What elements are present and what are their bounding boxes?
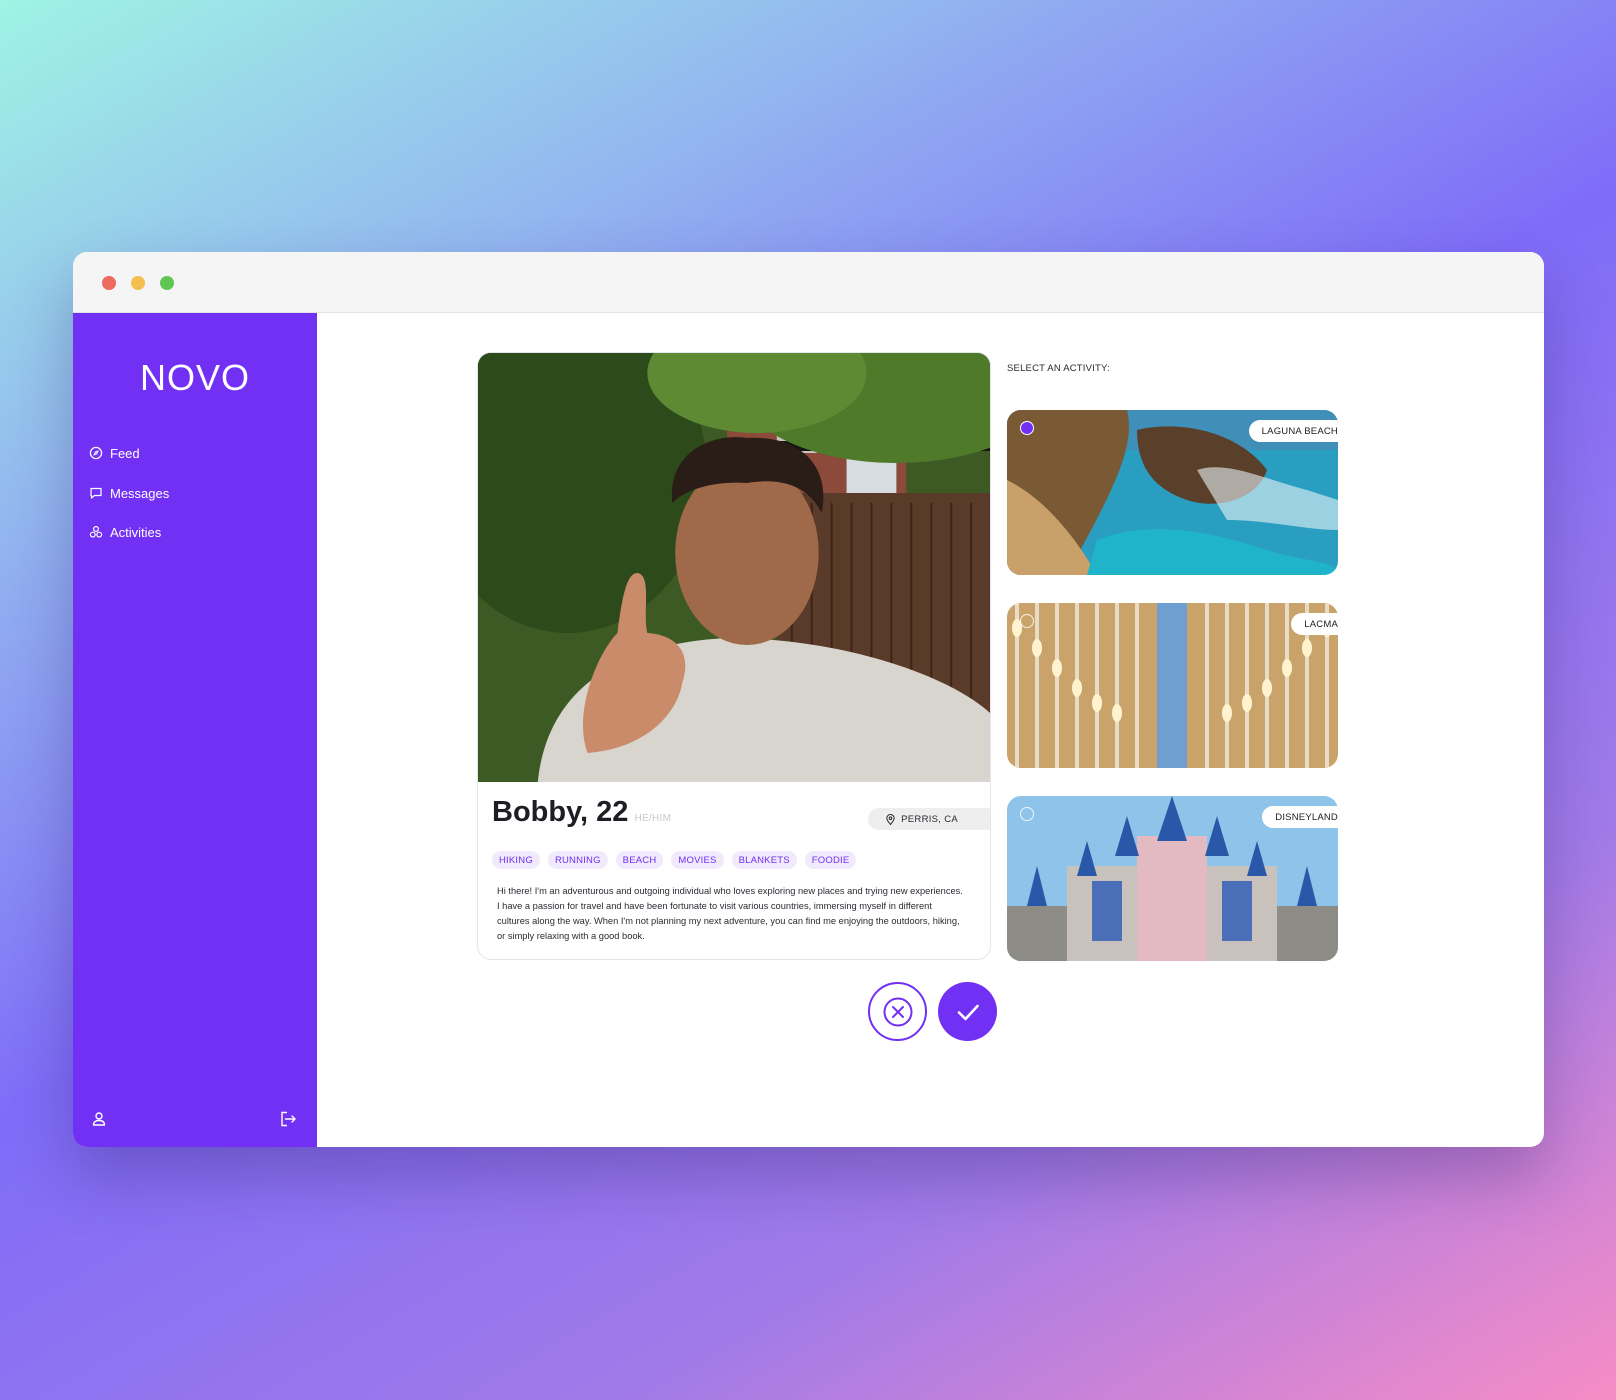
location-badge: PERRIS, CA — [868, 808, 990, 830]
profile-name: Bobby, 22 — [492, 796, 629, 828]
activity-name: DISNEYLAND — [1262, 806, 1338, 828]
sidebar-item-feed[interactable]: Feed — [89, 442, 140, 464]
map-pin-icon — [886, 813, 895, 825]
interest-tag: BEACH — [615, 851, 664, 869]
profile-card: Bobby, 22 HE/HIM PERRIS, CA HIKING RUNNI… — [477, 352, 991, 960]
interest-tag: RUNNING — [547, 851, 608, 869]
main-content: Bobby, 22 HE/HIM PERRIS, CA HIKING RUNNI… — [317, 313, 1544, 1147]
sidebar-item-activities[interactable]: Activities — [89, 521, 161, 543]
sidebar-item-label: Messages — [110, 485, 170, 501]
activity-name: LAGUNA BEACH — [1248, 420, 1338, 442]
activity-image — [1007, 603, 1338, 768]
interest-tag: BLANKETS — [731, 851, 797, 869]
activity-card-disneyland[interactable]: DISNEYLAND — [1007, 796, 1338, 961]
accept-button[interactable] — [938, 982, 997, 1041]
activity-radio[interactable] — [1020, 614, 1034, 628]
maximize-window-button[interactable] — [160, 276, 174, 290]
profile-bio: Hi there! I'm an adventurous and outgoin… — [497, 886, 963, 941]
activity-card-laguna-beach[interactable]: LAGUNA BEACH — [1007, 410, 1338, 575]
user-icon[interactable] — [90, 1110, 108, 1128]
interest-tag: HIKING — [492, 851, 540, 869]
activity-name: LACMA — [1291, 613, 1338, 635]
profile-name-row: Bobby, 22 HE/HIM — [492, 796, 671, 829]
interest-tags: HIKING RUNNING BEACH MOVIES BLANKETS FOO… — [492, 851, 857, 869]
sidebar-item-label: Activities — [110, 524, 162, 540]
title-bar — [73, 252, 1544, 313]
app-logo: NOVO — [139, 357, 250, 398]
chat-icon — [90, 487, 102, 499]
activity-card-lacma[interactable]: LACMA — [1007, 603, 1338, 768]
activity-section-label: SELECT AN ACTIVITY: — [1007, 363, 1110, 374]
people-icon — [89, 525, 103, 538]
sidebar-item-label: Feed — [110, 445, 140, 461]
close-window-button[interactable] — [102, 276, 116, 290]
minimize-window-button[interactable] — [131, 276, 145, 290]
sidebar-item-messages[interactable]: Messages — [89, 482, 169, 504]
profile-pronouns: HE/HIM — [634, 813, 672, 824]
logout-icon[interactable] — [279, 1110, 297, 1128]
activity-radio[interactable] — [1020, 421, 1034, 435]
check-icon — [957, 1004, 979, 1020]
interest-tag: MOVIES — [671, 851, 724, 869]
activity-radio[interactable] — [1020, 807, 1034, 821]
compass-icon — [89, 446, 103, 460]
sidebar: NOVO Feed Messages Activities — [73, 313, 317, 1147]
location-text: PERRIS, CA — [901, 813, 958, 825]
reject-button[interactable] — [868, 982, 927, 1041]
close-icon — [883, 997, 912, 1026]
app-window: NOVO Feed Messages Activities Bobby, 22 … — [73, 252, 1544, 1147]
interest-tag: FOODIE — [804, 851, 857, 869]
profile-photo — [478, 353, 990, 782]
